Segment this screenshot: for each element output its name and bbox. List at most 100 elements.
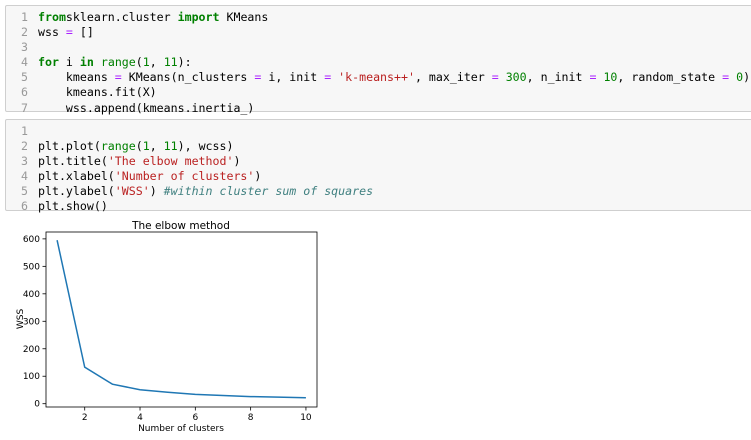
code-line[interactable]: 5 kmeans = KMeans(n_clusters = i, init =… bbox=[6, 70, 750, 85]
line-number: 1 bbox=[21, 10, 28, 24]
code-token: range bbox=[100, 139, 136, 154]
wss-line bbox=[56, 240, 306, 399]
code-token: ) bbox=[254, 169, 262, 184]
code-text: plt.xlabel('Number of clusters') bbox=[38, 169, 261, 184]
code-token: = bbox=[491, 70, 499, 85]
y-tick-label: 600 bbox=[23, 235, 40, 245]
line-number: 4 bbox=[21, 55, 28, 70]
code-line[interactable]: 1 bbox=[6, 124, 373, 139]
y-tick-label: 100 bbox=[23, 372, 40, 382]
x-tick-label: 6 bbox=[192, 413, 198, 423]
code-token: 'WSS' bbox=[114, 184, 150, 199]
code-text: kmeans = KMeans(n_clusters = i, init = '… bbox=[38, 70, 750, 85]
code-token: 'Number of clusters' bbox=[114, 169, 255, 184]
code-token: , bbox=[149, 139, 164, 154]
code-token: KMeans bbox=[219, 10, 269, 24]
code-token: plt.title( bbox=[38, 154, 108, 169]
line-number: 5 bbox=[21, 70, 28, 85]
code-line[interactable]: 5 plt.ylabel('WSS') #within cluster sum o… bbox=[6, 184, 373, 199]
code-line[interactable]: 6 plt.show() bbox=[6, 199, 373, 214]
code-text: plt.ylabel('WSS') #within cluster sum of… bbox=[38, 184, 373, 199]
code-token: 300 bbox=[505, 70, 527, 85]
code-token: 'k-means++' bbox=[338, 70, 415, 85]
code-text: wss.append(kmeans.inertia_) bbox=[38, 101, 254, 116]
line-number: 6 bbox=[21, 85, 28, 100]
code-token: ), wcss) bbox=[177, 139, 234, 154]
code-text: wss = [] bbox=[38, 25, 94, 40]
x-tick-label: 8 bbox=[248, 413, 254, 423]
code-token: = bbox=[65, 25, 73, 40]
code-token: 11 bbox=[163, 55, 178, 70]
code-token: ( bbox=[135, 139, 143, 154]
code-token: i bbox=[58, 55, 80, 70]
x-axis-label: Number of clusters bbox=[138, 424, 224, 434]
code-token: ) bbox=[149, 184, 164, 199]
code-token: kmeans bbox=[38, 70, 115, 85]
code-token: sklearn.cluster bbox=[65, 10, 178, 24]
code-line[interactable]: 3 plt.title('The elbow method') bbox=[6, 154, 373, 169]
code-cell-2[interactable]: 1 2 plt.plot(range(1, 11), wcss) 3 plt.title… bbox=[5, 119, 751, 213]
code-line[interactable]: 1 fromsklearn.cluster import KMeans bbox=[6, 10, 750, 25]
line-number: 1 bbox=[21, 124, 28, 138]
line-number: 7 bbox=[21, 100, 28, 115]
code-line[interactable]: 7 wss.append(kmeans.inertia_) bbox=[6, 101, 750, 116]
code-token: 11 bbox=[163, 139, 178, 154]
code-line[interactable]: 4 plt.xlabel('Number of clusters') bbox=[6, 169, 373, 184]
code-text: kmeans.fit(X) bbox=[38, 85, 157, 100]
code-text: plt.title('The elbow method') bbox=[38, 154, 240, 169]
code-text: for i in range(1, 11): bbox=[38, 55, 192, 70]
chart-title: The elbow method bbox=[131, 220, 230, 232]
code-text: fromsklearn.cluster import KMeans bbox=[38, 10, 268, 25]
code-token: ): bbox=[177, 55, 192, 70]
code-line[interactable]: 3 bbox=[6, 40, 750, 55]
code-token: 10 bbox=[603, 70, 618, 85]
code-token: , max_iter bbox=[414, 70, 492, 85]
code-token: 1 bbox=[142, 55, 150, 70]
code-token: plt.ylabel( bbox=[38, 184, 115, 199]
code-token: ) bbox=[233, 154, 241, 169]
code-token: in bbox=[79, 55, 94, 70]
code-cell-1[interactable]: 1 fromsklearn.cluster import KMeans 2 wss =… bbox=[5, 5, 751, 115]
plot-frame bbox=[45, 231, 318, 408]
y-tick-label: 200 bbox=[23, 345, 40, 355]
code-token: 1 bbox=[142, 139, 150, 154]
code-token: , random_state bbox=[617, 70, 723, 85]
elbow-chart: The elbow method 2 4 6 8 1001002003004005006… bbox=[16, 220, 318, 434]
code-token: ) bbox=[743, 70, 751, 85]
code-token: , n_init bbox=[526, 70, 590, 85]
code-line[interactable]: 6 kmeans.fit(X) bbox=[6, 85, 750, 100]
code-token: kmeans.fit(X) bbox=[38, 85, 157, 100]
code-line[interactable]: 2 wss = [] bbox=[6, 25, 750, 40]
line-number: 3 bbox=[21, 40, 28, 55]
code-text: plt.plot(range(1, 11), wcss) bbox=[38, 139, 233, 154]
code-token: plt.show() bbox=[38, 199, 108, 214]
code-line[interactable]: 2 plt.plot(range(1, 11), wcss) bbox=[6, 139, 373, 154]
y-tick-label: 500 bbox=[23, 262, 40, 272]
code-editor-2[interactable]: 1 2 plt.plot(range(1, 11), wcss) 3 plt.title… bbox=[6, 124, 373, 215]
code-token: wss.append(kmeans.inertia_) bbox=[38, 100, 255, 115]
x-tick-label: 2 bbox=[82, 413, 88, 423]
code-token: for bbox=[38, 55, 59, 70]
code-token: #within cluster sum of squares bbox=[163, 184, 374, 199]
code-token: range bbox=[100, 55, 136, 70]
code-line[interactable]: 4 for i in range(1, 11): bbox=[6, 55, 750, 70]
code-token: ( bbox=[135, 55, 143, 70]
code-token: from bbox=[38, 10, 66, 24]
x-tick-label: 4 bbox=[137, 413, 143, 423]
line-number: 6 bbox=[21, 199, 28, 214]
code-token: = bbox=[114, 70, 122, 85]
line-number: 5 bbox=[21, 184, 28, 199]
code-token: wss bbox=[38, 25, 66, 40]
code-editor-1[interactable]: 1 fromsklearn.cluster import KMeans 2 wss =… bbox=[6, 10, 750, 116]
line-number: 2 bbox=[21, 25, 28, 40]
y-tick-label: 0 bbox=[34, 400, 40, 410]
code-token: plt.plot( bbox=[38, 139, 101, 154]
code-token: plt.xlabel( bbox=[38, 169, 115, 184]
code-token: , bbox=[149, 55, 164, 70]
code-text: plt.show() bbox=[38, 199, 108, 214]
line-number: 3 bbox=[21, 154, 28, 169]
code-token: KMeans(n_clusters bbox=[121, 70, 255, 85]
code-token: import bbox=[177, 10, 220, 24]
